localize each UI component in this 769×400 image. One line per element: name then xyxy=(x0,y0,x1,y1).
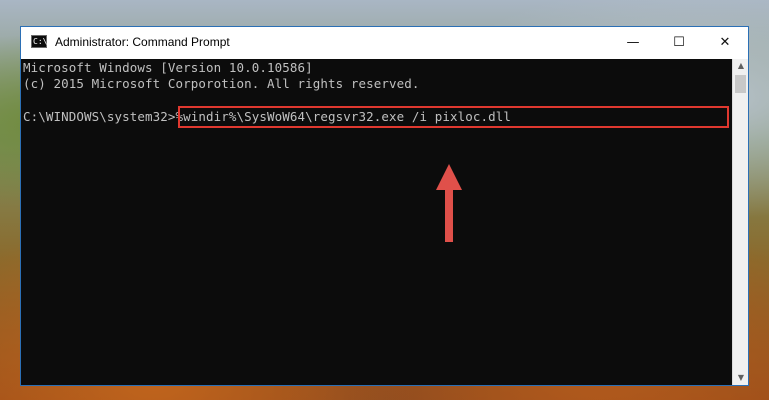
window-title: Administrator: Command Prompt xyxy=(55,35,230,49)
maximize-button[interactable]: ☐ xyxy=(656,27,702,59)
command-prompt-window[interactable]: C:\ Administrator: Command Prompt — ☐ ✕ … xyxy=(20,26,749,386)
console-line: (c) 2015 Microsoft Corporotion. All righ… xyxy=(23,76,420,91)
cmd-app-icon: C:\ xyxy=(31,35,48,48)
scroll-thumb[interactable] xyxy=(735,75,746,93)
close-button[interactable]: ✕ xyxy=(702,27,748,59)
prompt-text: C:\WINDOWS\system32> xyxy=(23,109,176,124)
scroll-up-icon[interactable]: ▲ xyxy=(733,59,749,73)
command-highlight-box xyxy=(178,106,729,128)
up-arrow-icon xyxy=(436,164,462,242)
vertical-scrollbar[interactable]: ▲ ▼ xyxy=(732,59,748,385)
scroll-down-icon[interactable]: ▼ xyxy=(733,371,749,385)
console-output[interactable]: Microsoft Windows [Version 10.0.10586] (… xyxy=(21,59,732,385)
minimize-button[interactable]: — xyxy=(610,27,656,59)
console-line: Microsoft Windows [Version 10.0.10586] xyxy=(23,60,313,75)
title-bar[interactable]: C:\ Administrator: Command Prompt — ☐ ✕ xyxy=(21,27,748,59)
